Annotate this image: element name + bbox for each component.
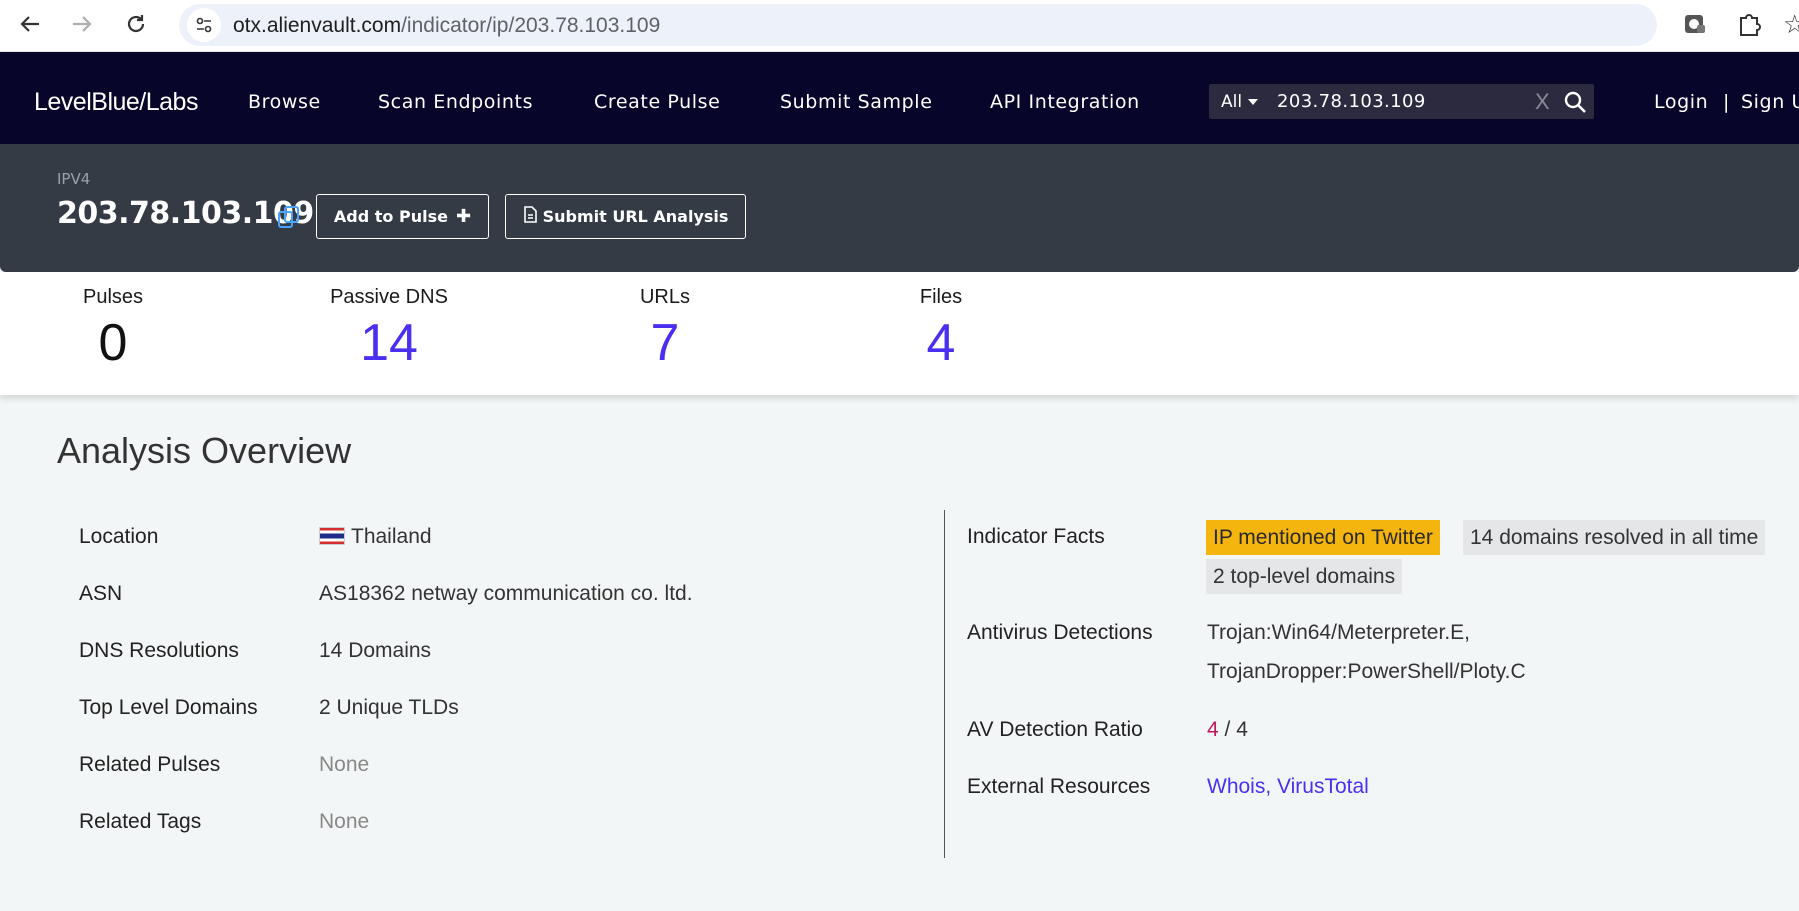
location-value: Thailand xyxy=(319,525,432,549)
back-arrow-icon[interactable] xyxy=(8,8,52,40)
copy-icon[interactable] xyxy=(276,204,302,230)
dns-resolutions-label: DNS Resolutions xyxy=(79,639,239,662)
section-title: Analysis Overview xyxy=(57,430,352,471)
puzzle-icon[interactable] xyxy=(1735,10,1763,38)
asn-label: ASN xyxy=(79,582,123,605)
site-navbar: LevelBlue/Labs Browse Scan Endpoints Cre… xyxy=(0,52,1799,144)
reload-icon[interactable] xyxy=(114,8,158,40)
dns-resolutions-value: 14 Domains xyxy=(319,639,432,662)
browser-toolbar: otx.alienvault.com/indicator/ip/203.78.1… xyxy=(0,0,1799,52)
nav-api-integration[interactable]: API Integration xyxy=(990,91,1140,113)
fact-tag: 14 domains resolved in all time xyxy=(1463,520,1766,555)
stat-value: 0 xyxy=(98,314,128,372)
nav-create-pulse[interactable]: Create Pulse xyxy=(594,91,720,113)
auth-separator: | xyxy=(1723,91,1731,113)
av-ratio-label: AV Detection Ratio xyxy=(967,718,1143,741)
stat-label: Pulses xyxy=(82,286,144,308)
search-icon[interactable] xyxy=(1563,90,1589,114)
thailand-flag-icon xyxy=(319,527,345,545)
document-icon xyxy=(523,206,537,227)
av-ratio-value: 4 / 4 xyxy=(1207,718,1248,741)
stat-pulses[interactable]: Pulses 0 xyxy=(13,286,213,373)
tld-label: Top Level Domains xyxy=(79,696,258,719)
antivirus-detection-value: Trojan:Win64/Meterpreter.E, xyxy=(1207,621,1470,644)
star-icon[interactable]: ☆ xyxy=(1783,10,1799,40)
indicator-header: IPV4 203.78.103.109 Add to Pulse ✚ Submi… xyxy=(0,144,1799,272)
tld-value: 2 Unique TLDs xyxy=(319,696,459,719)
add-to-pulse-button[interactable]: Add to Pulse ✚ xyxy=(316,194,489,239)
stat-label: Files xyxy=(919,286,963,308)
fact-tag: 2 top-level domains xyxy=(1206,559,1403,594)
url-text[interactable]: otx.alienvault.com/indicator/ip/203.78.1… xyxy=(233,14,660,38)
search-input[interactable] xyxy=(1277,84,1527,119)
plus-icon: ✚ xyxy=(455,206,472,227)
search-bar: All X xyxy=(1209,84,1594,119)
related-tags-label: Related Tags xyxy=(79,810,202,833)
external-resources-label: External Resources xyxy=(967,775,1151,798)
fact-tag: IP mentioned on Twitter xyxy=(1206,520,1440,555)
nav-browse[interactable]: Browse xyxy=(248,91,321,113)
stat-urls[interactable]: URLs 7 xyxy=(565,286,765,373)
location-label: Location xyxy=(79,525,159,548)
asn-value: AS18362 netway communication co. ltd. xyxy=(319,582,693,605)
address-bar[interactable]: otx.alienvault.com/indicator/ip/203.78.1… xyxy=(179,4,1799,46)
extension-icon[interactable] xyxy=(1681,10,1709,38)
stat-value: 14 xyxy=(360,314,418,372)
external-resources-links[interactable]: Whois, VirusTotal xyxy=(1207,775,1369,799)
nav-scan-endpoints[interactable]: Scan Endpoints xyxy=(378,91,533,113)
stat-files[interactable]: Files 4 xyxy=(841,286,1041,373)
signup-link[interactable]: Sign U xyxy=(1741,91,1799,113)
clear-search-button[interactable]: X xyxy=(1535,89,1550,115)
antivirus-detections-label: Antivirus Detections xyxy=(967,621,1153,644)
related-pulses-value: None xyxy=(319,753,370,776)
chevron-down-icon xyxy=(1248,99,1259,105)
login-link[interactable]: Login xyxy=(1654,91,1708,113)
search-scope-select[interactable]: All xyxy=(1221,92,1259,112)
site-settings-icon[interactable] xyxy=(187,8,221,42)
indicator-type: IPV4 xyxy=(57,170,91,188)
stat-label: URLs xyxy=(639,286,690,308)
stats-bar: Pulses 0 Passive DNS 14 URLs 7 Files 4 xyxy=(0,272,1799,395)
column-divider xyxy=(944,510,945,858)
related-tags-value: None xyxy=(319,810,370,833)
stat-passive-dns[interactable]: Passive DNS 14 xyxy=(289,286,489,373)
related-pulses-label: Related Pulses xyxy=(79,753,221,776)
nav-submit-sample[interactable]: Submit Sample xyxy=(780,91,932,113)
antivirus-detection-value: TrojanDropper:PowerShell/Ploty.C xyxy=(1207,660,1526,683)
indicator-facts-label: Indicator Facts xyxy=(967,525,1105,548)
forward-arrow-icon[interactable] xyxy=(60,8,104,40)
submit-url-analysis-button[interactable]: Submit URL Analysis xyxy=(505,194,746,239)
stat-label: Passive DNS xyxy=(330,286,448,308)
logo[interactable]: LevelBlue/Labs xyxy=(34,88,198,117)
stat-value: 7 xyxy=(650,314,680,372)
stat-value: 4 xyxy=(926,314,956,372)
